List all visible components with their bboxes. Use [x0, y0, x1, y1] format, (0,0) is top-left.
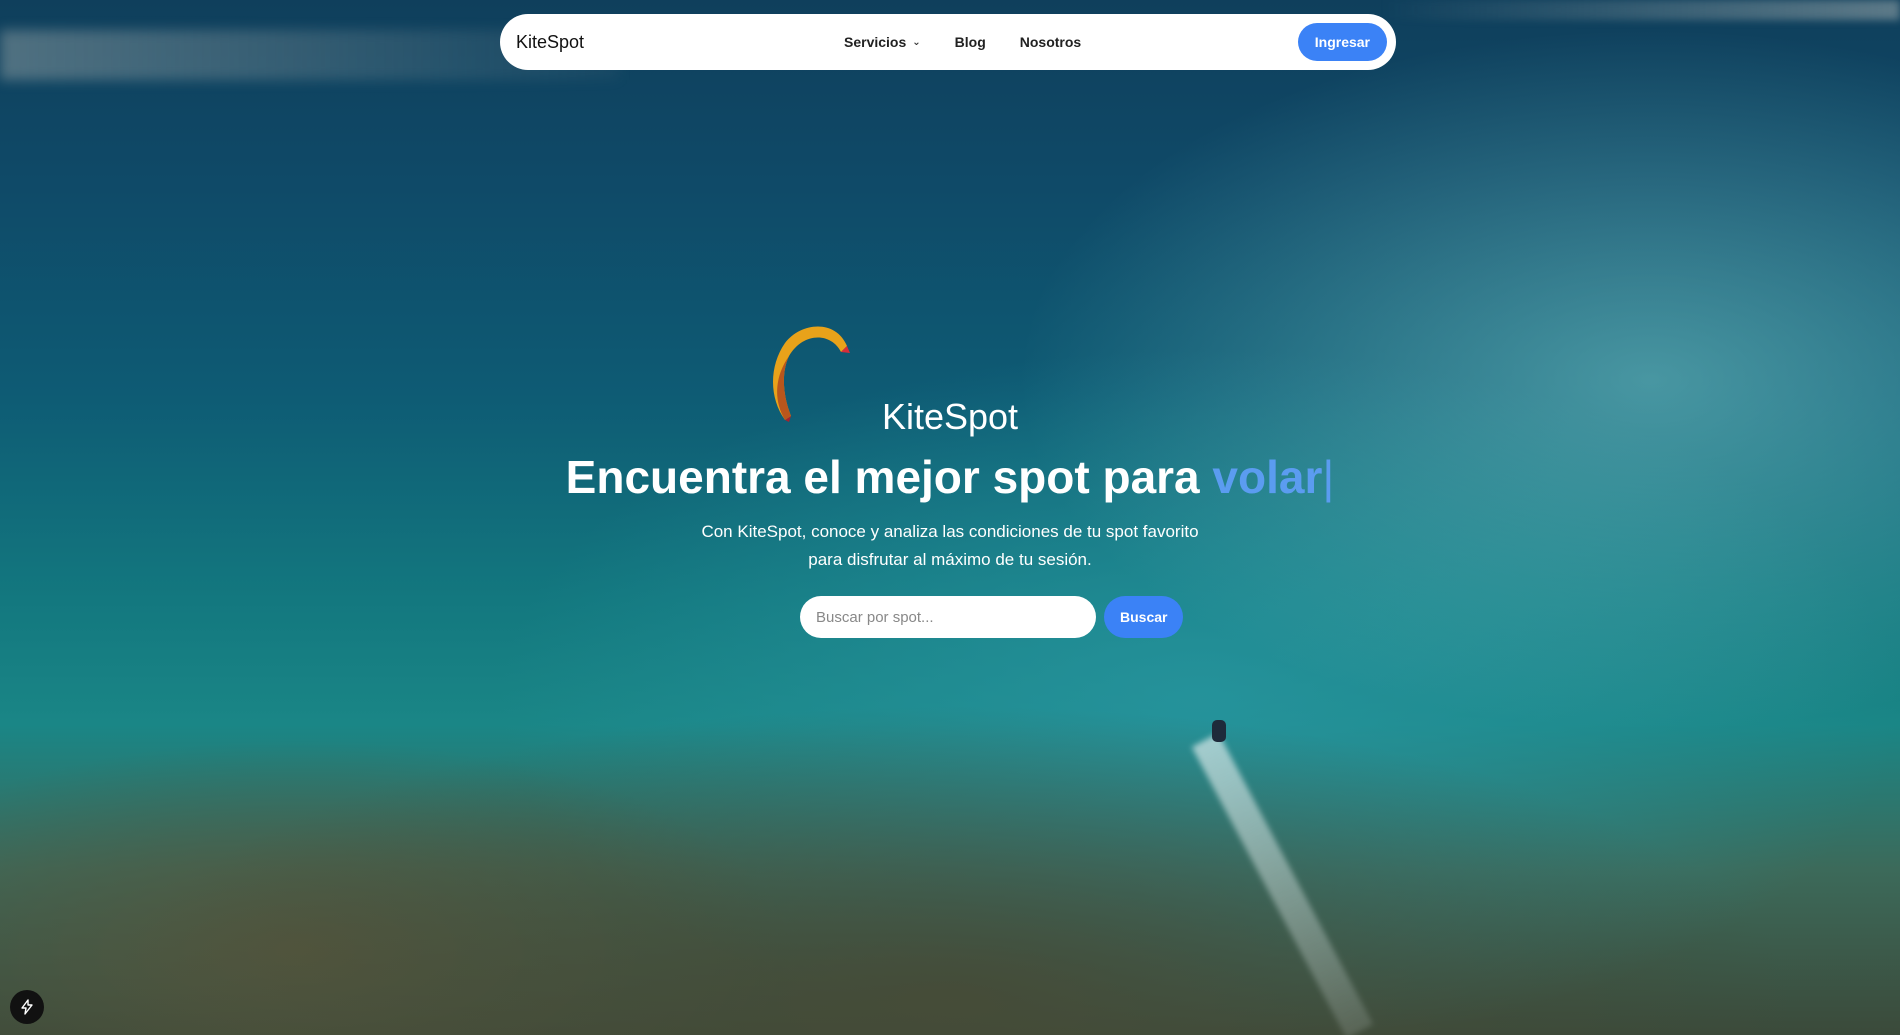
- chevron-down-icon: ⌄: [912, 36, 921, 48]
- kitesurfer: [1212, 720, 1226, 742]
- hero-title-text: Encuentra el mejor spot para: [565, 451, 1213, 503]
- login-button[interactable]: Ingresar: [1297, 23, 1387, 61]
- nav-link-blog[interactable]: Blog: [955, 34, 986, 50]
- hero-subtitle: Con KiteSpot, conoce y analiza las condi…: [0, 518, 1900, 574]
- hero-title: Encuentra el mejor spot para volar|: [0, 450, 1900, 504]
- search-input[interactable]: [800, 596, 1096, 638]
- search-bar: Buscar: [800, 596, 1184, 638]
- nav-link-nosotros[interactable]: Nosotros: [1020, 34, 1081, 50]
- kite-wake: [1191, 732, 1374, 1035]
- hero-brand: KiteSpot: [881, 396, 1019, 437]
- lightning-bolt-icon[interactable]: [10, 990, 44, 1024]
- sandbar-right: [1380, 0, 1900, 20]
- hero-subtitle-line: Con KiteSpot, conoce y analiza las condi…: [701, 522, 1199, 541]
- hero-background: KiteSpot Servicios ⌄ Blog Nosotros Ingre…: [0, 0, 1900, 1035]
- navbar-brand[interactable]: KiteSpot: [516, 32, 776, 53]
- hero-subtitle-line: para disfrutar al máximo de tu sesión.: [808, 550, 1092, 569]
- hero-title-accent: volar: [1212, 451, 1323, 503]
- typing-cursor: |: [1322, 451, 1335, 503]
- search-button[interactable]: Buscar: [1104, 596, 1184, 638]
- nav-link-label: Servicios: [844, 34, 907, 50]
- top-navbar: KiteSpot Servicios ⌄ Blog Nosotros Ingre…: [500, 14, 1396, 70]
- nav-links: Servicios ⌄ Blog Nosotros: [844, 34, 1081, 50]
- nav-link-servicios[interactable]: Servicios ⌄: [844, 34, 921, 50]
